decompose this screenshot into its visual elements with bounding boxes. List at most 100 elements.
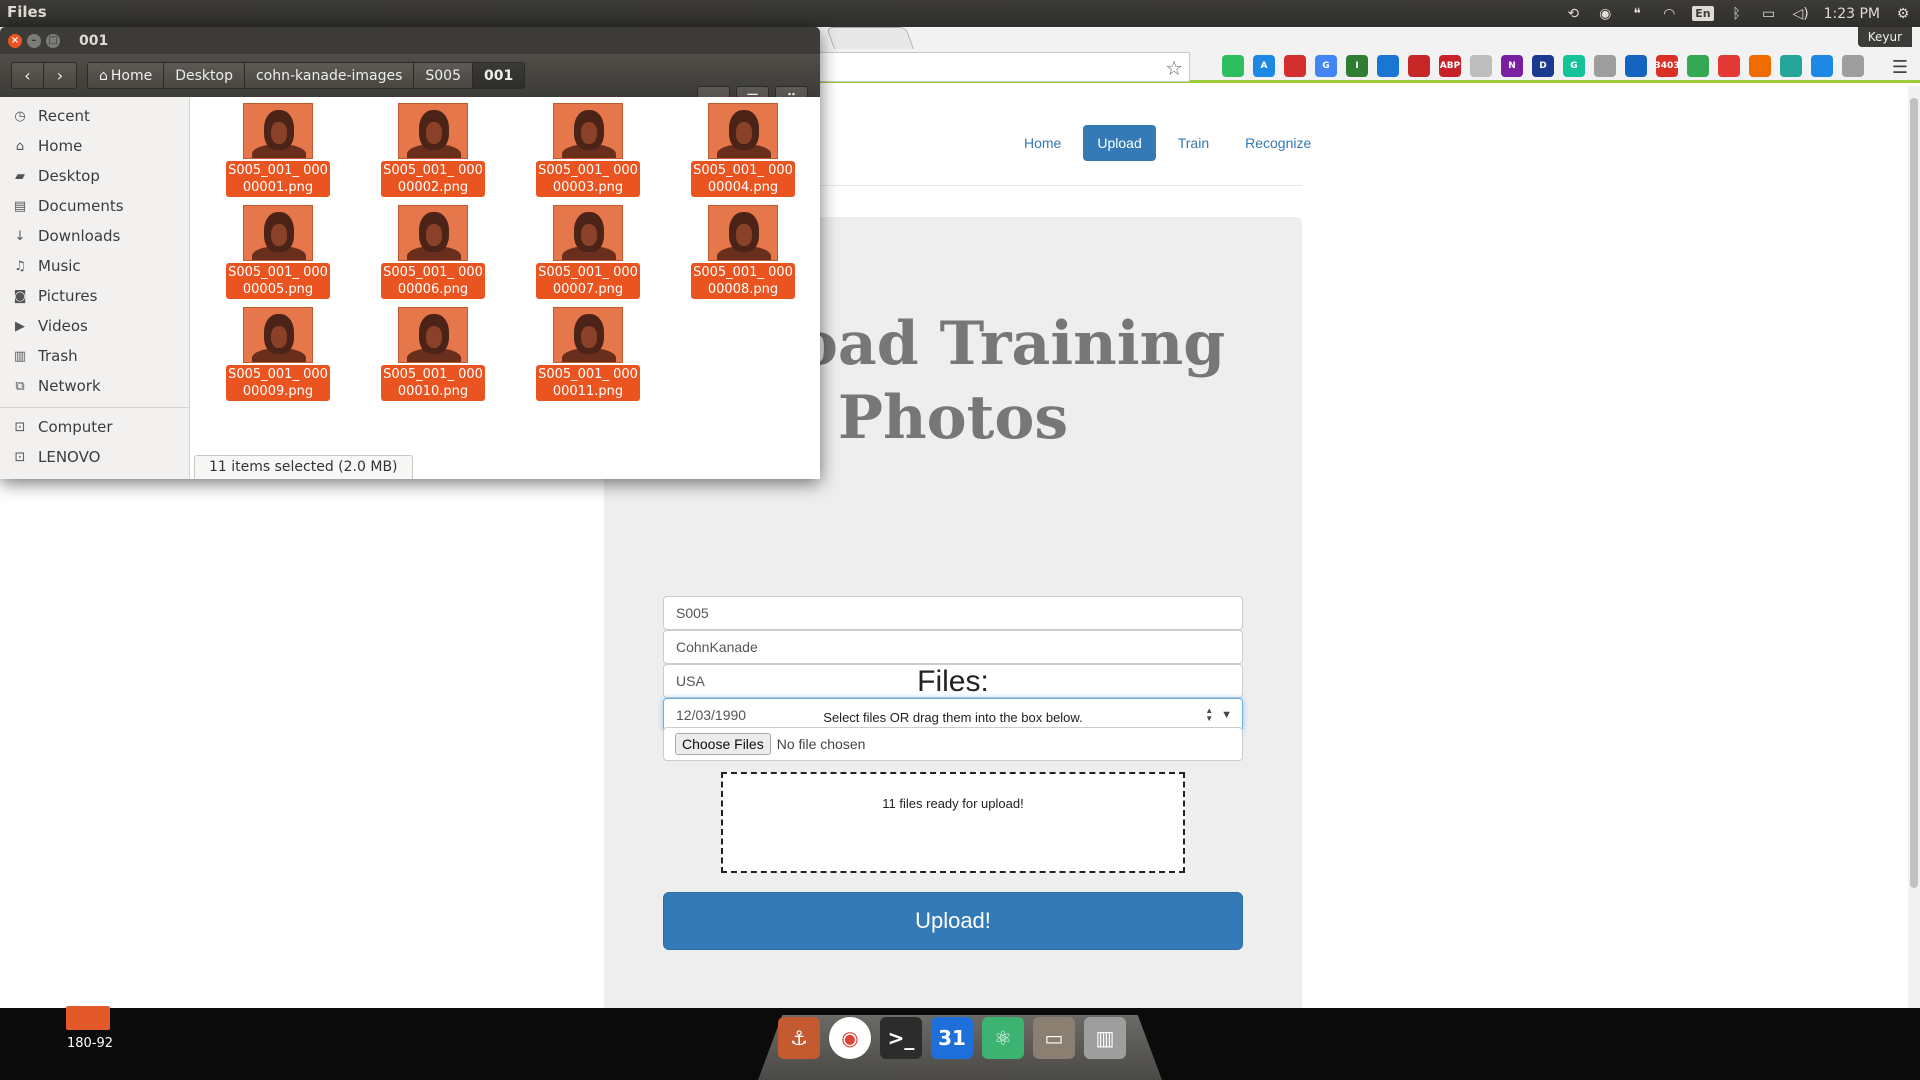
ext-d-icon[interactable]: D [1532,55,1554,77]
file-item[interactable]: S005_001_ 00000007.png [536,205,640,299]
dock-trash-icon[interactable]: ▥ [1084,1017,1126,1059]
ext-circle-icon[interactable] [1594,55,1616,77]
sidebar-item-documents[interactable]: ▤ Documents [0,191,189,221]
carrot-ext-icon[interactable] [1749,55,1771,77]
file-name: S005_001_ 00000002.png [381,161,485,197]
database-field[interactable]: CohnKanade [663,630,1243,664]
bluetooth-icon[interactable]: ᛒ [1728,5,1746,23]
volume-icon[interactable]: ◁) [1792,5,1810,23]
upload-button[interactable]: Upload! [663,892,1243,950]
nav-home[interactable]: Home [1010,125,1075,161]
choose-files-button[interactable]: Choose Files [675,733,771,755]
keyboard-layout[interactable]: En [1692,6,1714,21]
chrome-menu-icon[interactable]: ☰ [1892,57,1908,78]
settings-gear-icon[interactable]: ⚙ [1894,5,1912,23]
minimize-icon[interactable]: – [27,33,41,48]
sidebar-item-trash[interactable]: ▥ Trash [0,341,189,371]
file-view[interactable]: S005_001_ 00000001.png S005_001_ 00000002… [190,97,820,479]
image-thumbnail [398,307,468,363]
battery-icon[interactable]: ▭ [1760,5,1778,23]
ext-i-icon[interactable]: I [1346,55,1368,77]
file-item[interactable]: S005_001_ 00000009.png [226,307,330,401]
breadcrumb-home[interactable]: ⌂ Home [87,62,165,89]
maximize-icon[interactable]: □ [46,33,60,48]
file-item[interactable]: S005_001_ 00000011.png [536,307,640,401]
ext-shape-icon[interactable] [1780,55,1802,77]
sidebar-item-network[interactable]: ⧉ Network [0,371,189,401]
nav-train[interactable]: Train [1164,125,1223,161]
sidebar-item-videos[interactable]: ▶ Videos [0,311,189,341]
stack-ext-icon[interactable] [1625,55,1647,77]
sidebar-item-desktop[interactable]: ▰ Desktop [0,161,189,191]
file-item[interactable]: S005_001_ 00000008.png [691,205,795,299]
drive-icon: ⊡ [14,449,26,465]
window-titlebar[interactable]: × – □ 001 [0,27,820,54]
anchor-app-icon[interactable]: ⚓ [778,1017,820,1059]
chrome-tray-icon[interactable]: ◉ [1596,5,1614,23]
sidebar-item-recent[interactable]: ◷ Recent [0,101,189,131]
gdrive-ext-icon[interactable] [1687,55,1709,77]
desktop-file-icon[interactable] [66,1006,110,1030]
send-ext-icon[interactable] [1811,55,1833,77]
file-item[interactable]: S005_001_ 00000006.png [381,205,485,299]
breadcrumb-s005[interactable]: S005 [414,62,473,89]
file-item[interactable]: S005_001_ 00000003.png [536,103,640,197]
files-dock-icon[interactable]: ▭ [1033,1017,1075,1059]
sidebar-item-downloads[interactable]: ↓ Downloads [0,221,189,251]
breadcrumb-001[interactable]: 001 [473,62,526,89]
onenote-ext-icon[interactable]: N [1501,55,1523,77]
nav-recognize[interactable]: Recognize [1231,125,1325,161]
adblock-plus-ext-icon[interactable]: ABP [1439,55,1461,77]
terminal-icon[interactable]: >_ [880,1017,922,1059]
window-title: 001 [79,32,109,49]
breadcrumb-desktop[interactable]: Desktop [164,62,245,89]
forward-button[interactable]: › [44,62,77,89]
image-thumbnail [553,205,623,261]
name-field[interactable]: S005 [663,596,1243,630]
sync-icon[interactable]: ⟲ [1564,5,1582,23]
screenshot-ext-icon[interactable] [1842,55,1864,77]
bookmark-ext-icon[interactable] [1284,55,1306,77]
nav-upload[interactable]: Upload [1083,125,1156,161]
browser-tab[interactable] [825,27,915,49]
sidebar-item-pictures[interactable]: ◙ Pictures [0,281,189,311]
file-item[interactable]: S005_001_ 00000002.png [381,103,485,197]
sidebar-item-label: Network [38,377,101,395]
drive-ext-icon[interactable]: A [1253,55,1275,77]
pin-ext-icon[interactable] [1718,55,1740,77]
car-ext-icon[interactable] [1408,55,1430,77]
file-item[interactable]: S005_001_ 00000005.png [226,205,330,299]
wifi-icon[interactable]: ◠ [1660,5,1678,23]
page-scrollbar[interactable] [1908,86,1920,1008]
breadcrumb-cohn-kanade-images[interactable]: cohn-kanade-images [244,62,415,89]
translate-ext-icon[interactable]: G [1315,55,1337,77]
back-button[interactable]: ‹ [11,62,44,89]
file-input[interactable]: Choose Files No file chosen [663,727,1243,761]
file-item[interactable]: S005_001_ 00000010.png [381,307,485,401]
drop-zone[interactable]: 11 files ready for upload! [721,772,1185,873]
clock[interactable]: 1:23 PM [1824,6,1880,22]
atom-icon[interactable]: ⚛ [982,1017,1024,1059]
sidebar-item-computer[interactable]: ⊡ Computer [0,412,189,442]
tab-ext-icon[interactable] [1377,55,1399,77]
hangouts-icon[interactable]: ❝ [1628,5,1646,23]
bookmark-star-icon[interactable]: ☆ [1165,56,1183,80]
sidebar-item-music[interactable]: ♫ Music [0,251,189,281]
evernote-ext-icon[interactable] [1222,55,1244,77]
scroll-thumb[interactable] [1910,98,1918,888]
file-item[interactable]: S005_001_ 00000004.png [691,103,795,197]
dock-icons: ⚓ ◉ >_ 31 ⚛ ▭ ▥ [778,1017,1126,1059]
desktop-file-label[interactable]: 180-92 [60,1036,120,1051]
chrome-icon[interactable]: ◉ [829,1017,871,1059]
close-icon[interactable]: × [8,33,22,48]
grammarly-ext-icon[interactable]: G [1563,55,1585,77]
video-icon: ▶ [15,318,25,334]
sidebar-item-lenovo[interactable]: ⊡ LENOVO [0,442,189,472]
ext-grey-icon[interactable] [1470,55,1492,77]
file-item[interactable]: S005_001_ 00000001.png [226,103,330,197]
dropzone-status: 11 files ready for upload! [882,796,1024,811]
profile-button[interactable]: Keyur [1857,27,1912,47]
calendar-icon[interactable]: 31 [931,1017,973,1059]
sidebar-item-home[interactable]: ⌂ Home [0,131,189,161]
gmail-ext-icon[interactable]: 3403 [1654,55,1680,77]
